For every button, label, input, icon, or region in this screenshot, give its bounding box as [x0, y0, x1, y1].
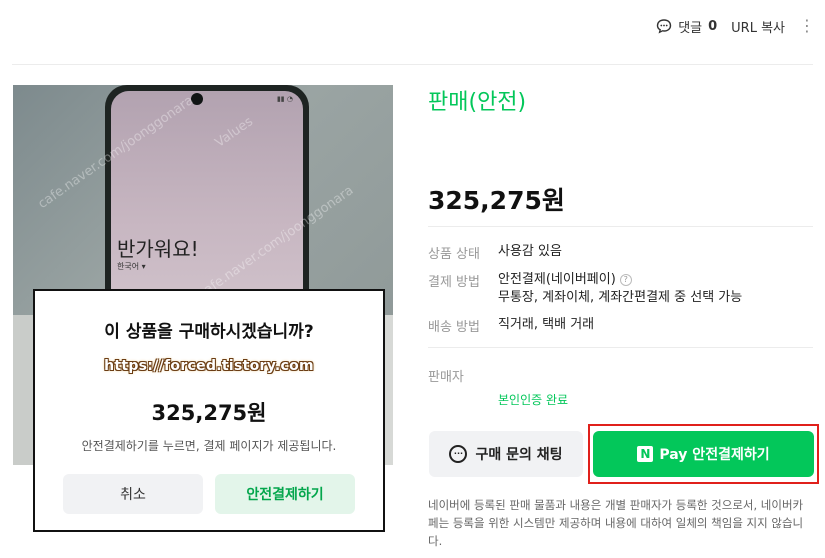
phone-welcome-text: 반가워요!: [117, 237, 199, 261]
article-toolbar: 댓글 0 URL 복사 ⋮: [656, 14, 815, 38]
detail-label: 결제 방법: [428, 275, 480, 290]
detail-label: 배송 방법: [428, 320, 480, 335]
dialog-price: 325,275원: [151, 401, 267, 425]
comment-label: 댓글: [678, 20, 703, 36]
sale-type-title: 판매(안전): [428, 90, 527, 115]
dialog-question: 이 상품을 구매하시겠습니까?: [104, 322, 314, 342]
cancel-button[interactable]: 취소: [63, 474, 203, 514]
chat-button-label: 구매 문의 채팅: [475, 447, 563, 463]
speech-bubble-icon: [656, 19, 672, 34]
detail-value: 직거래, 택배 거래: [498, 317, 595, 332]
purchase-confirm-dialog: 이 상품을 구매하시겠습니까? https://forced.tistory.c…: [33, 289, 385, 532]
phone-status-bar: ▮▮ ◔: [276, 95, 293, 103]
help-icon[interactable]: ?: [619, 273, 632, 286]
dialog-url-watermark: https://forced.tistory.com: [104, 358, 314, 374]
verified-badge: 본인인증 완료: [498, 393, 569, 407]
disclaimer-notice: 네이버에 등록된 판매 물품과 내용은 개별 판매자가 등록한 것으로서, 네이…: [428, 498, 804, 548]
details-divider: [428, 226, 813, 227]
phone-language-text: 한국어 ▾: [117, 262, 146, 271]
pay-button-label: Pay 안전결제하기: [659, 447, 770, 463]
detail-value: 안전결제(네이버페이): [498, 272, 616, 287]
detail-row-payment: 결제 방법 안전결제(네이버페이)? 무통장, 계좌이체, 계좌간편결제 중 선…: [428, 271, 742, 307]
comment-count: 0: [708, 18, 718, 34]
safe-pay-button[interactable]: N Pay 안전결제하기: [593, 431, 814, 477]
url-copy-button[interactable]: URL 복사: [731, 17, 785, 36]
detail-row-condition: 상품 상태 사용감 있음: [428, 243, 562, 262]
detail-row-delivery: 배송 방법 직거래, 택배 거래: [428, 316, 594, 335]
seller-label: 판매자: [428, 370, 464, 385]
top-divider: [12, 64, 813, 65]
chat-bubble-icon: ···: [449, 445, 468, 463]
seller-divider: [428, 347, 813, 348]
naver-pay-logo-icon: N: [637, 446, 654, 462]
more-vertical-icon[interactable]: ⋮: [799, 18, 815, 34]
comment-button[interactable]: 댓글 0: [656, 17, 717, 36]
purchase-chat-button[interactable]: ··· 구매 문의 채팅: [429, 431, 583, 477]
dialog-info-text: 안전결제하기를 누르면, 결제 페이지가 제공됩니다.: [81, 439, 337, 453]
detail-label: 상품 상태: [428, 247, 480, 262]
product-price: 325,275원: [428, 186, 565, 215]
detail-value-secondary: 무통장, 계좌이체, 계좌간편결제 중 선택 가능: [498, 290, 743, 305]
detail-value: 사용감 있음: [498, 244, 562, 259]
confirm-safe-pay-button[interactable]: 안전결제하기: [215, 474, 355, 514]
